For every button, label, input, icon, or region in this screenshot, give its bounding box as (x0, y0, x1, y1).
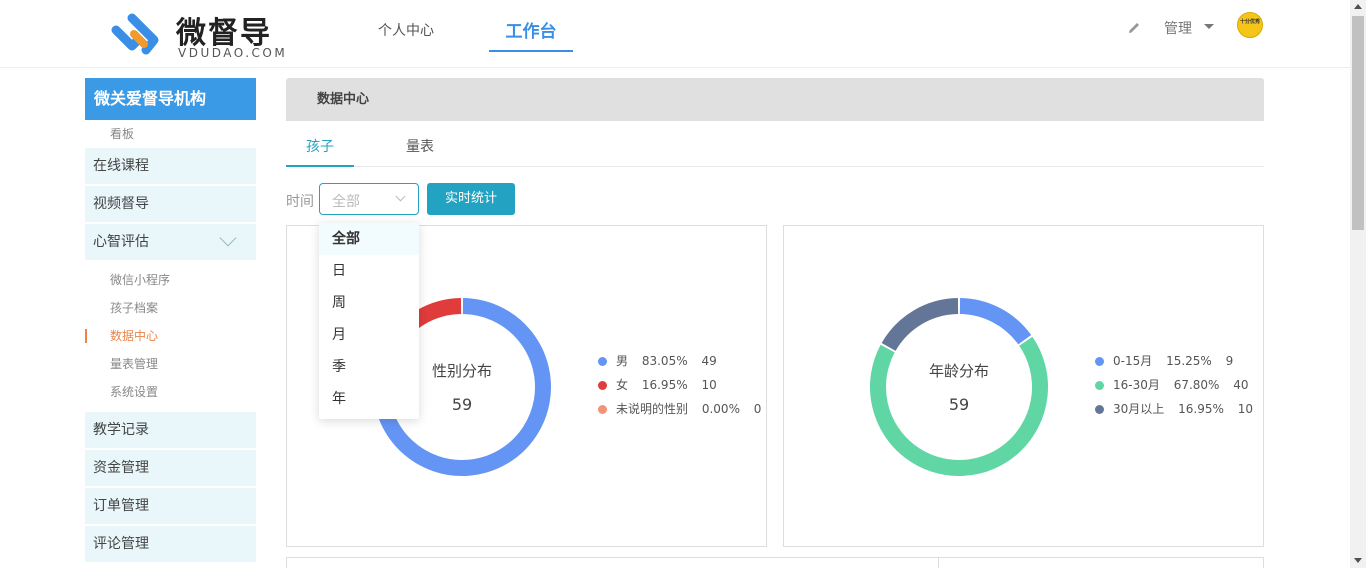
chevron-down-icon (219, 229, 237, 247)
legend-name: 0-15月 (1113, 354, 1153, 368)
sidebar: 微关爱督导机构 看板 在线课程 视频督导 心智评估 微信小程序 孩子档案 数据中… (85, 78, 256, 564)
sidebar-item-video-supervision[interactable]: 视频督导 (85, 186, 256, 222)
dropdown-option-quarter[interactable]: 季 (319, 351, 419, 383)
dropdown-option-all[interactable]: 全部 (319, 223, 419, 255)
age-legend: 0-15月 15.25% 9 16-30月 67.80% 40 30月以上 16… (1095, 349, 1263, 421)
legend-name: 女 (616, 378, 629, 392)
legend-count: 9 (1225, 354, 1234, 368)
sidebar-subitem-system-settings[interactable]: 系统设置 (85, 378, 256, 406)
legend-item[interactable]: 16-30月 67.80% 40 (1095, 373, 1263, 397)
sidebar-item-comments[interactable]: 评论管理 (85, 526, 256, 562)
dropdown-option-week[interactable]: 周 (319, 287, 419, 319)
sidebar-subitem-scale-management[interactable]: 量表管理 (85, 350, 256, 378)
nav-personal-center[interactable]: 个人中心 (378, 20, 434, 40)
select-value: 全部 (332, 194, 360, 210)
scroll-up-icon[interactable] (1354, 4, 1362, 9)
legend-count: 0 (753, 402, 762, 416)
tab-bar: 孩子 量表 (286, 122, 1264, 167)
pencil-icon[interactable] (1126, 20, 1142, 36)
sidebar-item-teaching-records[interactable]: 教学记录 (85, 412, 256, 448)
bottom-panel-right (938, 557, 1264, 568)
scroll-thumb[interactable] (1352, 16, 1364, 230)
legend-percent: 16.95% (1178, 402, 1224, 416)
admin-menu[interactable]: 管理 (1164, 18, 1192, 38)
logo-mark-icon (111, 13, 159, 55)
legend-dot (1095, 405, 1104, 414)
dropdown-option-day[interactable]: 日 (319, 255, 419, 287)
legend-dot (598, 405, 607, 414)
logo[interactable]: 微督导 VDUDAO.COM (110, 8, 290, 62)
legend-dot (598, 357, 607, 366)
legend-dot (1095, 381, 1104, 390)
legend-name: 30月以上 (1113, 402, 1165, 416)
time-select[interactable]: 全部 (319, 183, 419, 215)
chevron-down-icon (395, 191, 406, 202)
caret-down-icon[interactable] (1204, 24, 1214, 29)
legend-dot (1095, 357, 1104, 366)
sidebar-subitem-data-center[interactable]: 数据中心 (85, 322, 256, 350)
legend-item[interactable]: 0-15月 15.25% 9 (1095, 349, 1263, 373)
sidebar-subitem-child-records[interactable]: 孩子档案 (85, 294, 256, 322)
sidebar-item-online-courses[interactable]: 在线课程 (85, 148, 256, 184)
legend-percent: 0.00% (701, 402, 740, 416)
sidebar-item-dashboard[interactable]: 看板 (85, 120, 256, 148)
age-slice-0[interactable] (959, 298, 1032, 345)
top-header: 微督导 VDUDAO.COM 个人中心 工作台 管理 十分优秀 (0, 0, 1350, 68)
tab-children[interactable]: 孩子 (286, 136, 354, 167)
realtime-stats-button[interactable]: 实时统计 (427, 183, 515, 215)
dropdown-option-year[interactable]: 年 (319, 383, 419, 415)
legend-dot (598, 381, 607, 390)
dropdown-option-month[interactable]: 月 (319, 319, 419, 351)
legend-name: 16-30月 (1113, 378, 1160, 392)
legend-percent: 16.95% (641, 378, 688, 392)
legend-count: 49 (701, 354, 717, 368)
sidebar-item-orders[interactable]: 订单管理 (85, 488, 256, 524)
sidebar-subitem-mini-program[interactable]: 微信小程序 (85, 266, 256, 294)
legend-percent: 83.05% (641, 354, 688, 368)
submenu: 微信小程序 孩子档案 数据中心 量表管理 系统设置 (85, 262, 256, 412)
time-filter-label: 时间 (286, 194, 314, 210)
gender-legend: 男 83.05% 49 女 16.95% 10 未说明的性别 0.00% 0 (598, 349, 771, 421)
age-chart-panel: 年龄分布 59 0-15月 15.25% 9 16-30月 67.80% 40 … (783, 225, 1264, 547)
legend-percent: 15.25% (1166, 354, 1212, 368)
age-chart-title: 年龄分布 (929, 362, 989, 380)
logo-subtitle: VDUDAO.COM (178, 46, 288, 60)
legend-name: 未说明的性别 (616, 402, 689, 416)
age-slice-2[interactable] (881, 298, 959, 352)
page-title: 数据中心 (286, 78, 1264, 121)
sidebar-item-label: 心智评估 (93, 234, 149, 250)
scroll-down-icon[interactable] (1354, 558, 1362, 563)
avatar[interactable]: 十分优秀 (1237, 12, 1263, 38)
legend-item[interactable]: 30月以上 16.95% 10 (1095, 397, 1263, 421)
sidebar-item-finance[interactable]: 资金管理 (85, 450, 256, 486)
legend-percent: 67.80% (1173, 378, 1220, 392)
gender-chart-title: 性别分布 (432, 362, 492, 380)
bottom-panel-left (286, 557, 939, 568)
sidebar-item-mental-assessment[interactable]: 心智评估 (85, 224, 256, 260)
legend-name: 男 (616, 354, 629, 368)
legend-count: 10 (701, 378, 717, 392)
legend-item[interactable]: 女 16.95% 10 (598, 373, 771, 397)
legend-item[interactable]: 男 83.05% 49 (598, 349, 771, 373)
legend-count: 40 (1233, 378, 1249, 392)
legend-count: 10 (1237, 402, 1253, 416)
nav-workbench[interactable]: 工作台 (489, 17, 573, 52)
time-select-dropdown: 全部 日 周 月 季 年 (319, 223, 419, 419)
gender-chart-total: 59 (452, 395, 472, 414)
page-scrollbar[interactable] (1350, 0, 1366, 568)
org-title[interactable]: 微关爱督导机构 (85, 78, 256, 120)
age-chart-total: 59 (949, 395, 969, 414)
legend-item[interactable]: 未说明的性别 0.00% 0 (598, 397, 771, 421)
tab-scales[interactable]: 量表 (406, 136, 434, 156)
